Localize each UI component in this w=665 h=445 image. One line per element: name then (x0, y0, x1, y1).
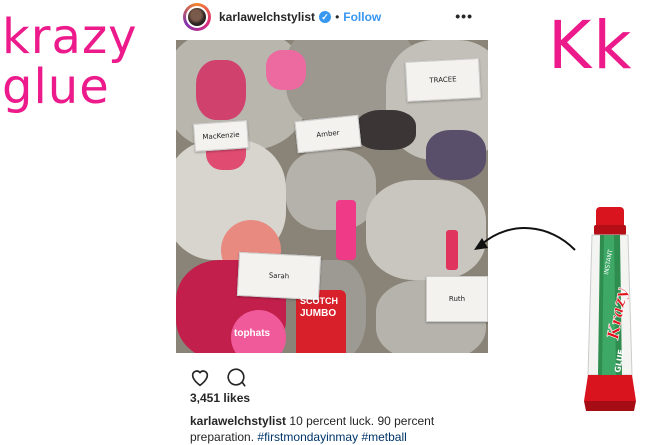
brand-wordmark: krazy glue (2, 12, 138, 112)
hashtag-link[interactable]: #metball (361, 430, 406, 444)
avatar[interactable] (183, 3, 211, 31)
follow-button[interactable]: Follow (343, 10, 381, 24)
photo-tag: TRACEE (405, 58, 481, 102)
hashtag-link[interactable]: #firstmondayinmay (257, 430, 358, 444)
scotch-label: SCOTCH (300, 296, 338, 306)
photo-tag: MacKenzie (193, 120, 249, 152)
krazy-glue-tube-image: INSTANT Krazy GLUE (584, 207, 636, 411)
tophats-label: tophats (234, 328, 271, 339)
post-photo[interactable]: MacKenzie Amber TRACEE Sarah Ruth tophat… (176, 40, 488, 353)
photo-tag: Sarah (236, 251, 322, 301)
comment-icon[interactable] (225, 366, 247, 393)
arrow-icon (474, 227, 576, 251)
post-caption: karlawelchstylist 10 percent luck. 90 pe… (190, 413, 490, 445)
jumbo-label: JUMBO (300, 308, 337, 319)
photo-tag: Ruth (426, 276, 488, 322)
heart-icon[interactable] (189, 366, 211, 393)
caption-username[interactable]: karlawelchstylist (190, 414, 286, 428)
post-username[interactable]: karlawelchstylist (219, 10, 315, 24)
separator-dot: • (335, 10, 340, 24)
brand-line-2: glue (2, 59, 110, 115)
brand-initials: Kk (548, 7, 634, 84)
photo-tag: Amber (294, 114, 362, 154)
more-options-icon[interactable]: ••• (455, 8, 473, 24)
post-actions (189, 366, 247, 393)
likes-count[interactable]: 3,451 likes (190, 391, 250, 405)
verified-badge-icon: ✓ (319, 11, 332, 23)
brand-line-1: krazy (2, 9, 138, 65)
post-header: karlawelchstylist ✓ • Follow ••• (183, 2, 489, 32)
